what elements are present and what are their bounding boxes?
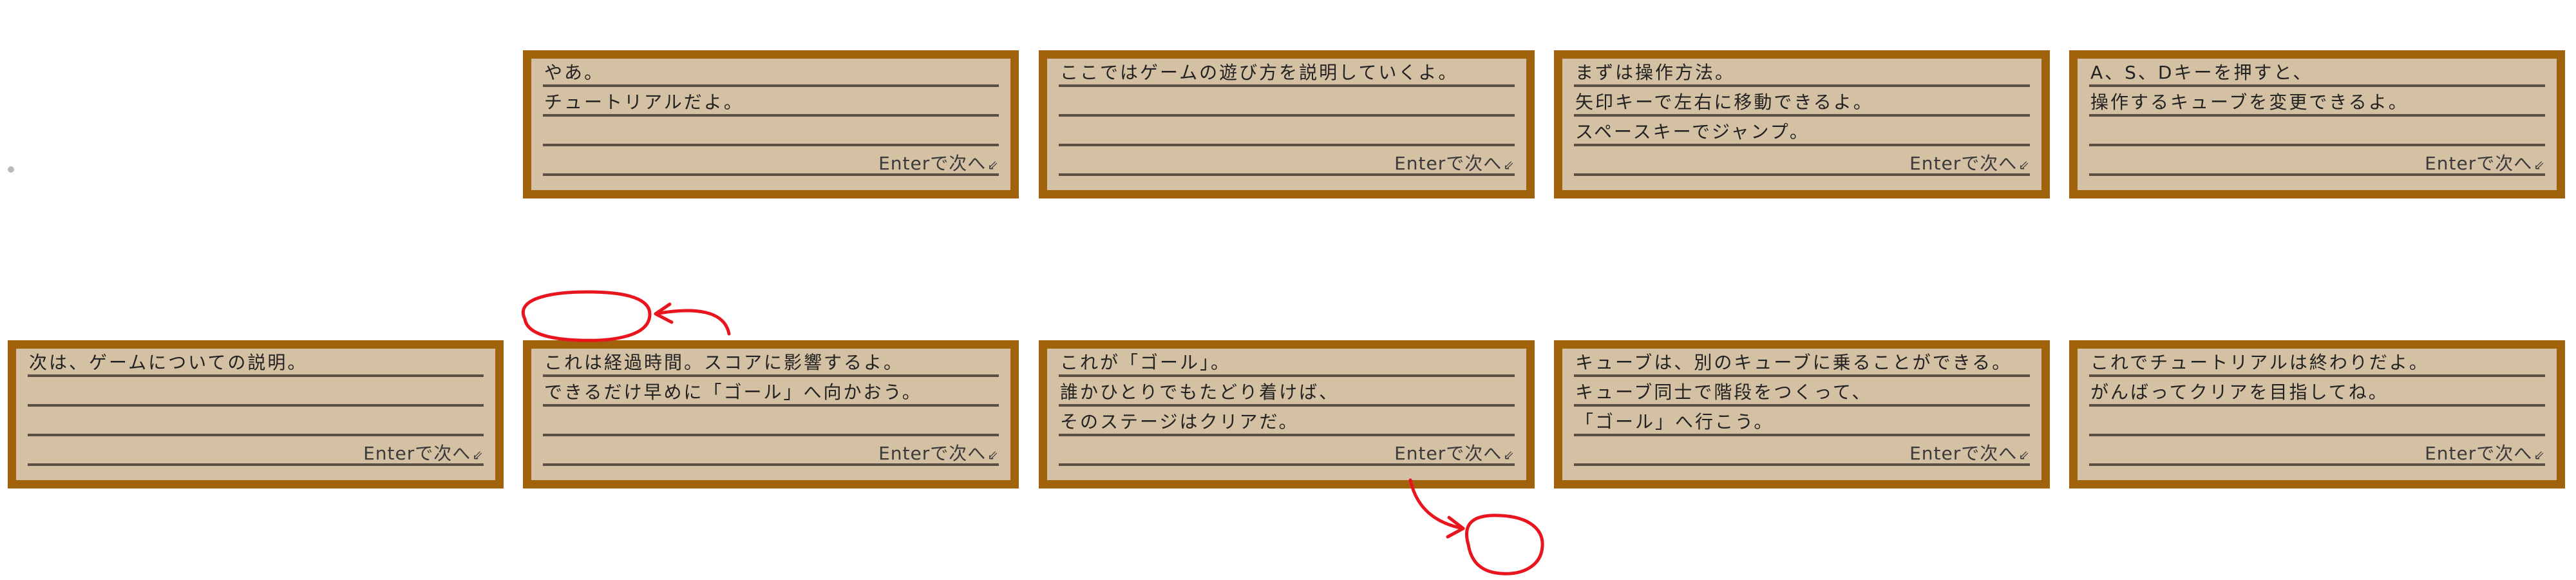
stray-dot (8, 166, 14, 173)
dialog-panel-7[interactable]: これが「ゴール」。 誰かひとりでもたどり着けば、 そのステージはクリアだ。 En… (1039, 340, 1535, 488)
dialog-line: そのステージはクリアだ。 (1059, 411, 1515, 436)
dialog-panel-6[interactable]: これは経過時間。スコアに影響するよ。 できるだけ早めに「ゴール」へ向かおう。 E… (523, 340, 1019, 488)
dialog-panel-8[interactable]: キューブは、別のキューブに乗ることができる。 キューブ同士で階段をつくって、 「… (1554, 340, 2050, 488)
dialog-line: これは経過時間。スコアに影響するよ。 (543, 351, 999, 377)
next-arrow-icon: ⇙ (2018, 447, 2030, 463)
dialog-line: チュートリアルだよ。 (543, 91, 999, 117)
dialog-line: 「ゴール」へ行こう。 (1574, 411, 2030, 436)
dialog-line: 次は、ゲームについての説明。 (28, 351, 484, 377)
dialog-line: これが「ゴール」。 (1059, 351, 1515, 377)
enter-next-hint: Enterで次へ ⇙ (2425, 443, 2545, 466)
enter-next-hint: Enterで次へ ⇙ (878, 443, 999, 466)
enter-next-hint: Enterで次へ ⇙ (1909, 443, 2030, 466)
dialog-line: やあ。 (543, 61, 999, 87)
next-arrow-icon: ⇙ (2533, 447, 2545, 463)
enter-next-hint: Enterで次へ ⇙ (878, 153, 999, 176)
dialog-panel-1[interactable]: やあ。 チュートリアルだよ。 Enterで次へ ⇙ (523, 50, 1019, 198)
dialog-line (1059, 121, 1515, 146)
next-arrow-icon: ⇙ (1503, 157, 1515, 173)
dialog-panel-4[interactable]: A、S、Dキーを押すと、 操作するキューブを変更できるよ。 Enterで次へ ⇙ (2069, 50, 2565, 198)
dialog-line: がんばってクリアを目指してね。 (2089, 381, 2545, 407)
annotation-oval-goal (1465, 514, 1544, 575)
annotation-arrow-timer (654, 309, 731, 336)
dialog-line: キューブ同士で階段をつくって、 (1574, 381, 2030, 407)
enter-hint-text: Enterで次へ (1909, 443, 2018, 464)
enter-hint-text: Enterで次へ (2425, 443, 2533, 464)
next-arrow-icon: ⇙ (2533, 157, 2545, 173)
dialog-line: スペースキーでジャンプ。 (1574, 121, 2030, 146)
enter-hint-text: Enterで次へ (878, 153, 987, 174)
enter-hint-text: Enterで次へ (878, 443, 987, 464)
enter-hint-text: Enterで次へ (363, 443, 471, 464)
enter-next-hint: Enterで次へ ⇙ (1909, 153, 2030, 176)
enter-next-hint: Enterで次へ ⇙ (363, 443, 484, 466)
dialog-line (543, 121, 999, 146)
dialog-line: 矢印キーで左右に移動できるよ。 (1574, 91, 2030, 117)
dialog-panel-5[interactable]: 次は、ゲームについての説明。 Enterで次へ ⇙ (8, 340, 504, 488)
dialog-line: 操作するキューブを変更できるよ。 (2089, 91, 2545, 117)
dialog-line (543, 411, 999, 436)
enter-hint-text: Enterで次へ (1909, 153, 2018, 174)
dialog-line: 誰かひとりでもたどり着けば、 (1059, 381, 1515, 407)
dialog-line: A、S、Dキーを押すと、 (2089, 61, 2545, 87)
dialog-line (1059, 91, 1515, 117)
annotation-arrowhead-goal (1446, 516, 1465, 539)
next-arrow-icon: ⇙ (987, 157, 999, 173)
enter-hint-text: Enterで次へ (1394, 443, 1502, 464)
dialog-panel-9[interactable]: これでチュートリアルは終わりだよ。 がんばってクリアを目指してね。 Enterで… (2069, 340, 2565, 488)
dialog-line: キューブは、別のキューブに乗ることができる。 (1574, 351, 2030, 377)
dialog-line: ここではゲームの遊び方を説明していくよ。 (1059, 61, 1515, 87)
next-arrow-icon: ⇙ (472, 447, 484, 463)
dialog-panel-3[interactable]: まずは操作方法。 矢印キーで左右に移動できるよ。 スペースキーでジャンプ。 En… (1554, 50, 2050, 198)
dialog-line (2089, 411, 2545, 436)
annotation-oval-timer (522, 290, 652, 342)
dialog-line (2089, 121, 2545, 146)
next-arrow-icon: ⇙ (987, 447, 999, 463)
next-arrow-icon: ⇙ (1503, 447, 1515, 463)
dialog-line: まずは操作方法。 (1574, 61, 2030, 87)
enter-next-hint: Enterで次へ ⇙ (1394, 153, 1515, 176)
enter-next-hint: Enterで次へ ⇙ (1394, 443, 1515, 466)
enter-next-hint: Enterで次へ ⇙ (2425, 153, 2545, 176)
dialog-line: できるだけ早めに「ゴール」へ向かおう。 (543, 381, 999, 407)
dialog-panel-2[interactable]: ここではゲームの遊び方を説明していくよ。 Enterで次へ ⇙ (1039, 50, 1535, 198)
enter-hint-text: Enterで次へ (1394, 153, 1502, 174)
dialog-line (28, 411, 484, 436)
dialog-line (28, 381, 484, 407)
annotation-arrowhead-timer (654, 302, 674, 324)
enter-hint-text: Enterで次へ (2425, 153, 2533, 174)
dialog-line: これでチュートリアルは終わりだよ。 (2089, 351, 2545, 377)
next-arrow-icon: ⇙ (2018, 157, 2030, 173)
